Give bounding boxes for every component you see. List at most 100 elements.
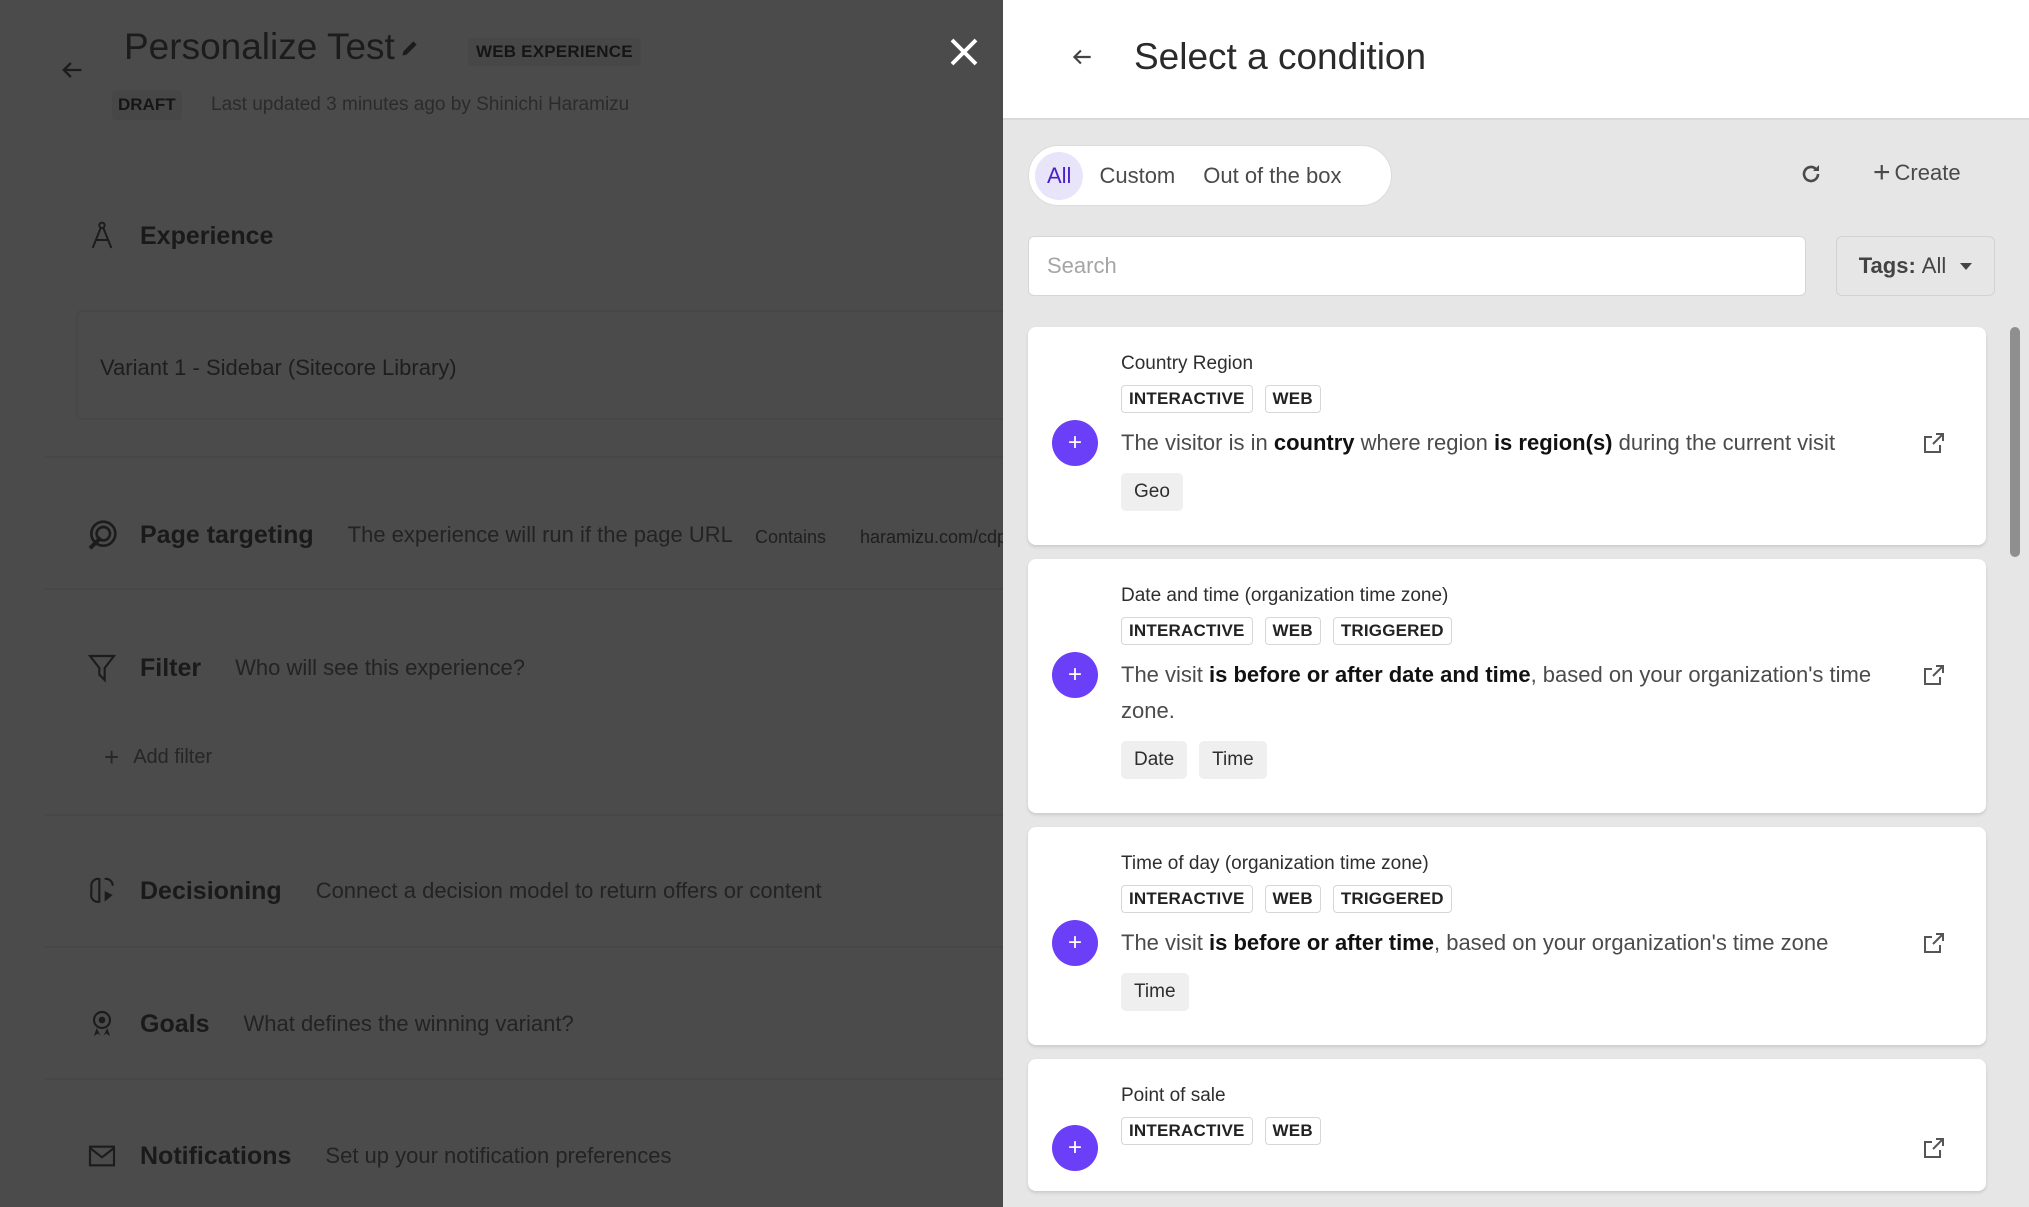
- type-chip: WEB: [1264, 617, 1321, 645]
- section-subtitle: The experience will run if the page URL: [347, 522, 733, 547]
- add-condition-button[interactable]: +: [1052, 920, 1098, 966]
- close-icon[interactable]: [946, 34, 982, 70]
- divider: [44, 814, 1003, 816]
- tab-custom[interactable]: Custom: [1087, 152, 1187, 200]
- search-input[interactable]: [1028, 236, 1806, 296]
- external-link-icon[interactable]: [1922, 431, 1946, 455]
- create-button[interactable]: + Create: [1873, 158, 1961, 188]
- condition-type-chips: INTERACTIVE WEB: [1121, 1117, 1926, 1145]
- condition-tabs: All Custom Out of the box: [1028, 145, 1392, 206]
- condition-card[interactable]: Point of sale INTERACTIVE WEB +: [1028, 1059, 1986, 1191]
- external-link-icon[interactable]: [1922, 1136, 1946, 1160]
- tags-filter-label: Tags:: [1858, 253, 1916, 278]
- url-operator: Contains: [755, 527, 827, 547]
- type-chip: INTERACTIVE: [1121, 385, 1253, 413]
- condition-tags: Time: [1121, 973, 1926, 1011]
- condition-type-chips: INTERACTIVE WEB: [1121, 385, 1926, 413]
- tags-filter-value: All: [1921, 253, 1947, 278]
- section-filter: Filter Who will see this experience?: [86, 652, 525, 684]
- condition-list: Country Region INTERACTIVE WEB The visitor …: [1028, 327, 1986, 1205]
- page-title: Personalize Test: [124, 26, 395, 67]
- create-label: Create: [1894, 160, 1961, 185]
- section-subtitle: What defines the winning variant?: [243, 1011, 574, 1036]
- add-filter-button[interactable]: + Add filter: [104, 742, 212, 773]
- scrollbar-thumb[interactable]: [2010, 327, 2020, 557]
- type-chip: WEB: [1264, 385, 1321, 413]
- type-chip: WEB: [1264, 1117, 1321, 1145]
- tags-filter-dropdown[interactable]: Tags: All: [1836, 236, 1995, 296]
- back-arrow-icon[interactable]: [58, 56, 86, 84]
- type-chip: INTERACTIVE: [1121, 885, 1253, 913]
- tag-chip: Date: [1121, 741, 1188, 779]
- condition-description: The visit is before or after time, based…: [1121, 930, 1829, 955]
- condition-name: Country Region: [1121, 353, 1254, 374]
- section-subtitle: Who will see this experience?: [235, 655, 525, 680]
- type-chip: INTERACTIVE: [1121, 617, 1253, 645]
- section-notifications: Notifications Set up your notification p…: [86, 1140, 672, 1172]
- last-updated-text: Last updated 3 minutes ago by Shinichi H…: [211, 94, 630, 115]
- plus-icon: +: [1873, 156, 1891, 189]
- section-subtitle: Connect a decision model to return offer…: [315, 878, 822, 903]
- condition-tags: Geo: [1121, 473, 1926, 511]
- condition-description: The visit is before or after date and ti…: [1121, 662, 1872, 723]
- tab-all[interactable]: All: [1035, 151, 1084, 200]
- section-decisioning: Decisioning Connect a decision model to …: [86, 875, 822, 907]
- panel-title: Select a condition: [1134, 36, 1427, 77]
- add-condition-button[interactable]: +: [1052, 1125, 1098, 1171]
- section-goals: Goals What defines the winning variant?: [86, 1008, 574, 1040]
- tag-chip: Geo: [1121, 473, 1183, 511]
- type-chip: TRIGGERED: [1332, 885, 1452, 913]
- envelope-icon: [88, 1145, 116, 1167]
- add-condition-button[interactable]: +: [1052, 652, 1098, 698]
- plus-icon: +: [104, 742, 120, 772]
- pencil-icon[interactable]: [400, 38, 420, 58]
- section-experience: Experience: [86, 220, 307, 252]
- section-title: Goals: [140, 1009, 210, 1038]
- experience-editor-page: Personalize Test WEB EXPERIENCE DRAFT La…: [0, 0, 1003, 1207]
- tag-chip: Time: [1199, 741, 1267, 779]
- section-title: Decisioning: [140, 876, 282, 905]
- condition-name: Date and time (organization time zone): [1121, 585, 1449, 606]
- back-arrow-icon[interactable]: [1069, 44, 1095, 70]
- variant-name: Variant 1 - Sidebar (Sitecore Library): [100, 355, 457, 380]
- add-condition-button[interactable]: +: [1052, 420, 1098, 466]
- condition-description: The visitor is in country where region i…: [1121, 430, 1836, 455]
- brain-icon: [90, 877, 114, 903]
- divider: [44, 1078, 1003, 1080]
- section-title: Page targeting: [140, 520, 314, 549]
- section-page-targeting: Page targeting The experience will run i…: [86, 519, 733, 551]
- tab-out-of-the-box[interactable]: Out of the box: [1191, 152, 1353, 200]
- url-value: haramizu.com/cdp: [860, 527, 1003, 547]
- refresh-icon[interactable]: [1799, 160, 1823, 188]
- condition-tags: Date Time: [1121, 741, 1926, 779]
- add-filter-label: Add filter: [133, 746, 213, 768]
- divider: [44, 588, 1003, 590]
- external-link-icon[interactable]: [1922, 931, 1946, 955]
- panel-header: Select a condition: [1003, 0, 2029, 120]
- compass-icon: [91, 221, 113, 249]
- condition-card[interactable]: Time of day (organization time zone) INTE…: [1028, 827, 1986, 1045]
- condition-type-chips: INTERACTIVE WEB TRIGGERED: [1121, 885, 1926, 913]
- section-title: Notifications: [140, 1141, 292, 1170]
- condition-name: Time of day (organization time zone): [1121, 853, 1429, 874]
- type-chip: TRIGGERED: [1332, 617, 1452, 645]
- section-subtitle: Set up your notification preferences: [325, 1143, 672, 1168]
- divider: [44, 946, 1003, 948]
- target-icon: [88, 520, 117, 550]
- award-icon: [92, 1010, 112, 1036]
- condition-card[interactable]: Country Region INTERACTIVE WEB The visitor …: [1028, 327, 1986, 545]
- divider: [44, 456, 1003, 458]
- condition-name: Point of sale: [1121, 1085, 1226, 1106]
- type-chip: INTERACTIVE: [1121, 1117, 1253, 1145]
- type-chip: WEB: [1264, 885, 1321, 913]
- caret-down-icon: [1960, 262, 1973, 270]
- experience-type-badge: WEB EXPERIENCE: [468, 38, 641, 66]
- select-condition-panel: Select a condition All Custom Out of the…: [1003, 0, 2029, 1207]
- external-link-icon[interactable]: [1922, 663, 1946, 687]
- tag-chip: Time: [1121, 973, 1189, 1011]
- section-title: Filter: [140, 653, 202, 682]
- status-badge: DRAFT: [112, 90, 182, 120]
- condition-type-chips: INTERACTIVE WEB TRIGGERED: [1121, 617, 1926, 645]
- filter-icon: [87, 654, 117, 683]
- condition-card[interactable]: Date and time (organization time zone) IN…: [1028, 559, 1986, 813]
